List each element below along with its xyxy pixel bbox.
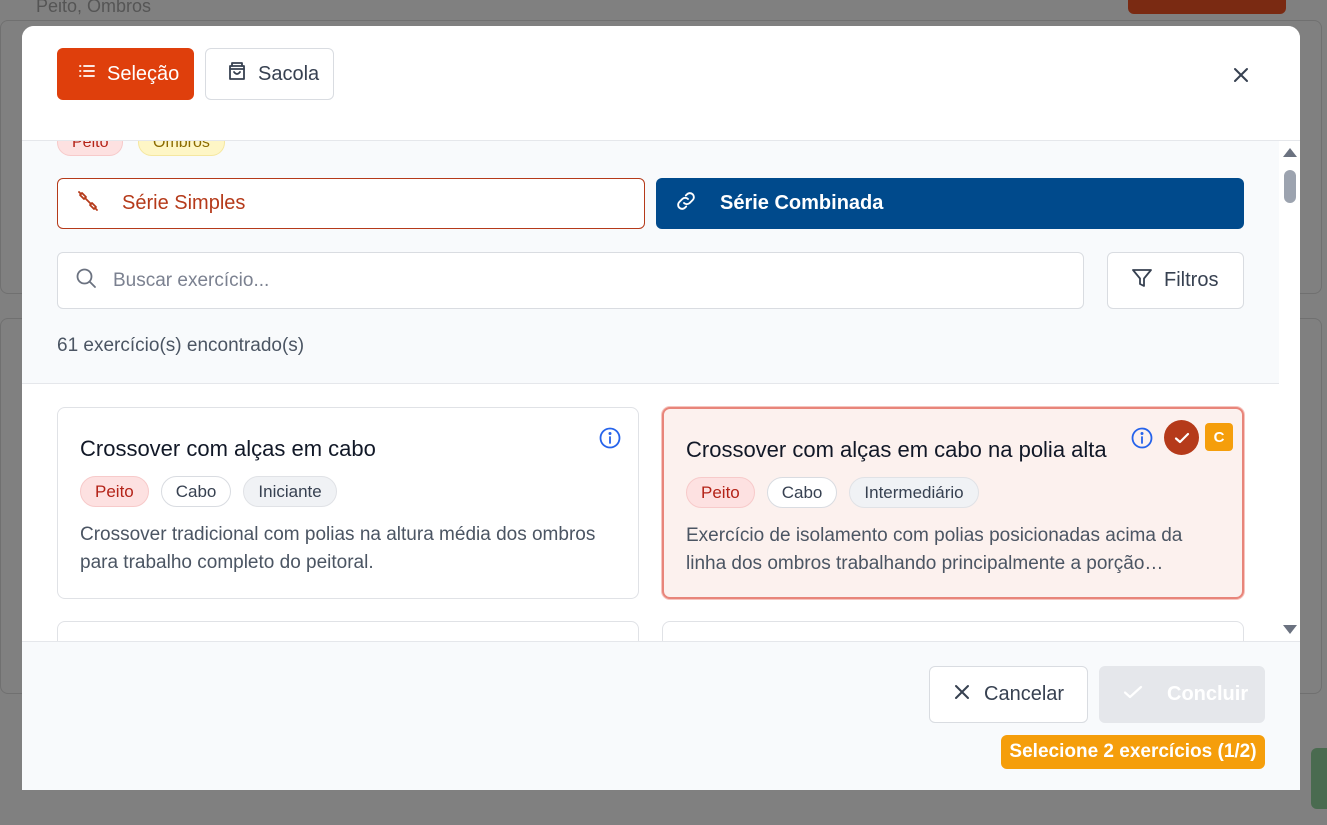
mode-label: Série Combinada (720, 192, 884, 214)
tag-list: Peito Cabo Iniciante (80, 476, 337, 507)
selected-check-icon (1164, 420, 1199, 455)
exercise-card-selected[interactable]: Crossover com alças em cabo na polia alt… (662, 407, 1244, 599)
filter-icon (1130, 266, 1154, 296)
done-button[interactable]: Concluir (1099, 666, 1265, 723)
exercise-description: Exercício de isolamento com polias posic… (686, 525, 1183, 574)
search-input[interactable] (113, 269, 1013, 292)
exercise-description: Crossover tradicional com polias na altu… (80, 524, 596, 573)
tag-list: Peito Cabo Intermediário (686, 477, 979, 508)
mode-label: Série Simples (122, 192, 246, 214)
exercise-card[interactable]: Crossover com alças em cabo Peito Cabo I… (57, 407, 639, 599)
selection-warning-badge: Selecione 2 exercícios (1/2) (1001, 735, 1265, 769)
check-icon (1123, 682, 1143, 708)
tab-label: Seleção (107, 62, 180, 85)
filter-section: Peito Ombros Série Simples Série Combina… (22, 141, 1279, 384)
info-icon[interactable] (598, 426, 622, 450)
done-label: Concluir (1167, 683, 1249, 705)
result-count: 61 exercício(s) encontrado(s) (57, 335, 305, 356)
tab-sacola[interactable]: Sacola (205, 48, 334, 100)
dumbbell-icon (76, 189, 100, 219)
tab-selecao[interactable]: Seleção (57, 48, 194, 100)
shopping-bag-icon (226, 60, 248, 88)
tag-muscle: Peito (80, 476, 149, 507)
filters-label: Filtros (1164, 269, 1219, 291)
exercise-card[interactable] (57, 621, 639, 641)
filters-button[interactable]: Filtros (1107, 252, 1244, 309)
background-button (1128, 0, 1286, 14)
scroll-up-arrow-icon[interactable] (1283, 148, 1297, 157)
link-icon (674, 189, 698, 219)
tag-equipment: Cabo (766, 477, 838, 508)
background-muscle-text: Peito, Ombros (36, 0, 152, 16)
serie-simples-button[interactable]: Série Simples (57, 178, 645, 229)
tab-label: Sacola (258, 62, 320, 85)
muscle-chip: Peito (57, 141, 124, 156)
close-icon[interactable] (1229, 63, 1253, 87)
tag-level: Iniciante (243, 476, 337, 507)
cancel-button[interactable]: Cancelar (929, 666, 1088, 723)
list-icon (77, 61, 97, 87)
scrollbar-thumb[interactable] (1284, 170, 1296, 203)
scroll-down-arrow-icon[interactable] (1283, 625, 1297, 634)
close-icon (954, 683, 970, 706)
muscle-chip: Ombros (138, 141, 225, 156)
exercise-title: Crossover com alças em cabo (80, 436, 376, 461)
exercise-card[interactable] (662, 621, 1244, 641)
tag-equipment: Cabo (160, 476, 232, 507)
modal-footer: Cancelar Concluir Selecione 2 exercícios… (22, 641, 1300, 790)
modal-scroll-area[interactable]: Peito Ombros Série Simples Série Combina… (22, 141, 1300, 641)
background-fab (1311, 748, 1327, 809)
cancel-label: Cancelar (984, 683, 1065, 705)
search-icon (75, 267, 97, 294)
exercise-picker-modal: Seleção Sacola Peito Ombros Série Simple… (22, 26, 1300, 790)
search-box (57, 252, 1084, 309)
info-icon[interactable] (1130, 426, 1154, 450)
exercise-title: Crossover com alças em cabo na polia alt… (686, 437, 1107, 462)
scrollbar[interactable] (1279, 141, 1300, 641)
modal-header: Seleção Sacola (22, 26, 1300, 141)
tag-level: Intermediário (849, 477, 979, 508)
tag-muscle: Peito (686, 477, 755, 508)
combination-badge: C (1205, 423, 1233, 451)
serie-combinada-button[interactable]: Série Combinada (656, 178, 1244, 229)
